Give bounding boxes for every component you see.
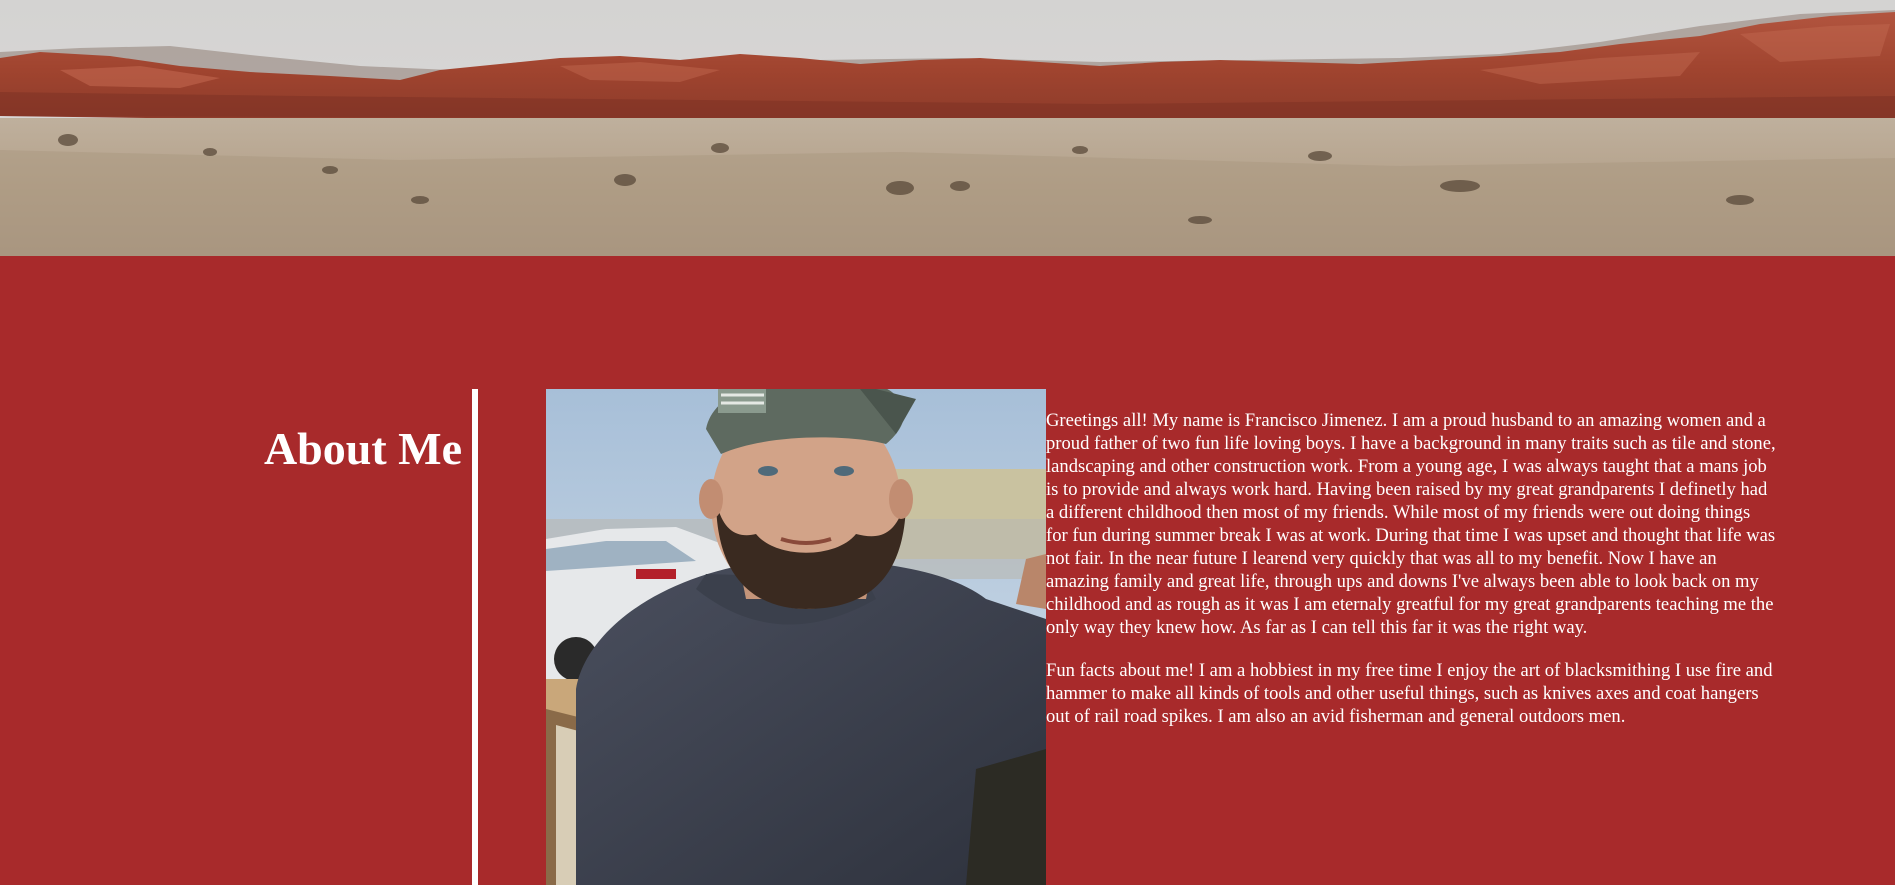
vertical-divider — [472, 389, 478, 885]
hero-banner-image — [0, 0, 1895, 256]
about-bio: Greetings all! My name is Francisco Jime… — [1046, 409, 1776, 748]
about-section: About Me Greetings all! My name is Franc… — [0, 256, 1895, 885]
about-heading: About Me — [263, 423, 462, 474]
portrait-photo — [546, 389, 1046, 885]
bio-paragraph-fun-facts: Fun facts about me! I am a hobbiest in m… — [1046, 660, 1773, 727]
page: About Me Greetings all! My name is Franc… — [0, 0, 1895, 885]
bio-paragraph-intro: Greetings all! My name is Francisco Jime… — [1046, 410, 1776, 638]
desert-landscape-illustration — [0, 0, 1895, 256]
portrait-illustration — [546, 389, 1046, 885]
